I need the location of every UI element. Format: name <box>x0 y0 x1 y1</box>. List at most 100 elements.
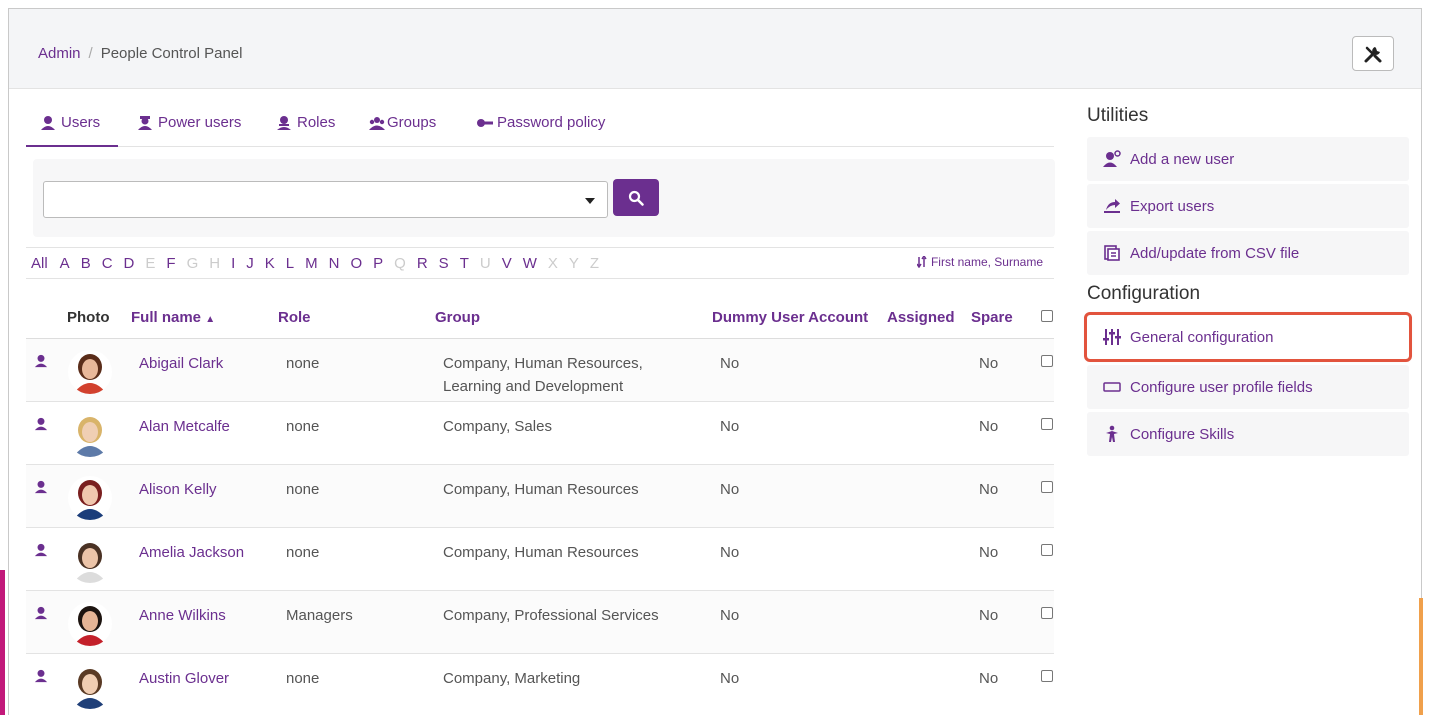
alphabet-letter[interactable]: W <box>523 255 537 272</box>
user-group: Company, Human Resources <box>443 541 639 564</box>
table-header: Photo Full name ▲ Role Group Dummy User … <box>26 296 1054 339</box>
alphabet-letter[interactable]: R <box>417 255 428 272</box>
alphabet-letter[interactable]: L <box>286 255 294 272</box>
export-users-label: Export users <box>1130 197 1215 215</box>
avatar <box>68 350 112 394</box>
user-role: none <box>286 481 320 498</box>
alphabet-letter[interactable]: J <box>246 255 254 272</box>
user-group: Company, Human Resources <box>443 478 639 501</box>
row-checkbox[interactable] <box>1041 670 1053 682</box>
search-input[interactable] <box>43 181 608 218</box>
user-spare: No <box>979 418 999 435</box>
alphabet-all[interactable]: All <box>31 255 48 272</box>
alphabet-letter[interactable]: C <box>102 255 113 272</box>
profile-fields-button[interactable]: Configure user profile fields <box>1087 365 1409 409</box>
user-name-link[interactable]: Abigail Clark <box>139 352 223 375</box>
alphabet-letter[interactable]: A <box>60 255 70 272</box>
alphabet-letter[interactable]: F <box>166 255 175 272</box>
table-row: Abigail Clark none Company, Human Resource… <box>26 339 1054 402</box>
header-group[interactable]: Group <box>435 309 480 326</box>
alphabet-letters: ABCDEFGHIJKLMNOPQRSTUVWXYZ <box>60 255 610 272</box>
header-full-name[interactable]: Full name ▲ <box>131 309 215 326</box>
tab-roles[interactable]: Roles <box>276 107 335 147</box>
alphabet-letter: E <box>145 254 156 272</box>
user-icon <box>34 354 48 368</box>
header-photo: Photo <box>67 309 110 326</box>
tab-password-policy[interactable]: Password policy <box>475 107 605 147</box>
select-all-checkbox[interactable] <box>1041 310 1053 322</box>
alphabet-letter: X <box>547 254 558 272</box>
tab-groups[interactable]: Groups <box>369 107 436 147</box>
row-checkbox[interactable] <box>1041 355 1053 367</box>
left-accent-stripe <box>0 570 5 715</box>
user-group-line1: Company, Professional Services <box>443 607 659 624</box>
search-button[interactable] <box>613 179 659 216</box>
app-frame: Admin / People Control Panel Users Power u… <box>8 8 1422 715</box>
alphabet-letter[interactable]: K <box>265 255 275 272</box>
row-checkbox[interactable] <box>1041 418 1053 430</box>
alphabet-letter[interactable]: O <box>350 255 362 272</box>
user-role: none <box>286 355 320 372</box>
tools-button[interactable] <box>1352 36 1394 71</box>
alphabet-letter[interactable]: I <box>231 255 235 272</box>
user-name-link[interactable]: Amelia Jackson <box>139 541 244 564</box>
sort-up-icon: ▲ <box>205 314 216 325</box>
table-row: Alison Kelly none Company, Human Resources… <box>26 465 1054 528</box>
row-checkbox[interactable] <box>1041 607 1053 619</box>
avatar <box>68 476 112 520</box>
alphabet-letter: Y <box>568 254 579 272</box>
add-user-button[interactable]: Add a new user <box>1087 137 1409 181</box>
tab-power-users[interactable]: Power users <box>137 107 241 147</box>
general-configuration-label: General configuration <box>1130 328 1274 346</box>
user-group-line1: Company, Human Resources <box>443 544 639 561</box>
table-row: Austin Glover none Company, Marketing No No <box>26 654 1054 715</box>
user-role: none <box>286 544 320 561</box>
user-icon <box>34 417 48 431</box>
alphabet-letter[interactable]: P <box>373 255 383 272</box>
right-accent-stripe <box>1419 598 1423 715</box>
tab-password-policy-label: Password policy <box>497 114 606 131</box>
alphabet-letter: Z <box>589 254 600 272</box>
breadcrumb-admin-link[interactable]: Admin <box>38 45 81 62</box>
user-group-line1: Company, Human Resources, <box>443 355 643 372</box>
user-spare: No <box>979 355 999 372</box>
alphabet-letter: G <box>186 254 199 272</box>
header-dummy[interactable]: Dummy User Account <box>712 309 868 326</box>
sort-order[interactable]: First name, Surname <box>916 255 1054 269</box>
breadcrumb: Admin / People Control Panel <box>38 45 242 62</box>
alphabet-letter[interactable]: M <box>305 255 318 272</box>
user-group-line1: Company, Sales <box>443 418 552 435</box>
user-group-line1: Company, Marketing <box>443 670 581 687</box>
user-name-link[interactable]: Alan Metcalfe <box>139 415 230 438</box>
export-users-button[interactable]: Export users <box>1087 184 1409 228</box>
user-spare: No <box>979 670 999 687</box>
configure-skills-button[interactable]: Configure Skills <box>1087 412 1409 456</box>
alphabet-letter[interactable]: S <box>439 255 449 272</box>
avatar <box>68 665 112 709</box>
row-checkbox[interactable] <box>1041 544 1053 556</box>
alphabet-letter: H <box>209 254 221 272</box>
general-configuration-button[interactable]: General configuration <box>1084 312 1412 362</box>
alphabet-letter[interactable]: T <box>460 255 469 272</box>
user-spare: No <box>979 544 999 561</box>
csv-import-button[interactable]: Add/update from CSV file <box>1087 231 1409 275</box>
breadcrumb-current: People Control Panel <box>100 45 243 62</box>
alphabet-letter: Q <box>394 254 406 272</box>
alphabet-letter[interactable]: N <box>329 255 340 272</box>
user-name-link[interactable]: Austin Glover <box>139 667 229 690</box>
tab-users[interactable]: Users <box>26 107 118 147</box>
header-role[interactable]: Role <box>278 309 311 326</box>
alphabet-letter[interactable]: D <box>124 255 135 272</box>
user-name-link[interactable]: Anne Wilkins <box>139 604 226 627</box>
header-spare[interactable]: Spare <box>971 309 1013 326</box>
add-user-label: Add a new user <box>1130 150 1235 168</box>
alphabet-letter[interactable]: V <box>502 255 512 272</box>
configure-skills-label: Configure Skills <box>1130 425 1235 443</box>
header-assigned[interactable]: Assigned <box>887 309 955 326</box>
row-checkbox[interactable] <box>1041 481 1053 493</box>
user-name-link[interactable]: Alison Kelly <box>139 478 217 501</box>
groups-icon <box>369 117 385 130</box>
user-icon <box>34 606 48 620</box>
table-row: Anne Wilkins Managers Company, Professiona… <box>26 591 1054 654</box>
alphabet-letter[interactable]: B <box>81 255 91 272</box>
